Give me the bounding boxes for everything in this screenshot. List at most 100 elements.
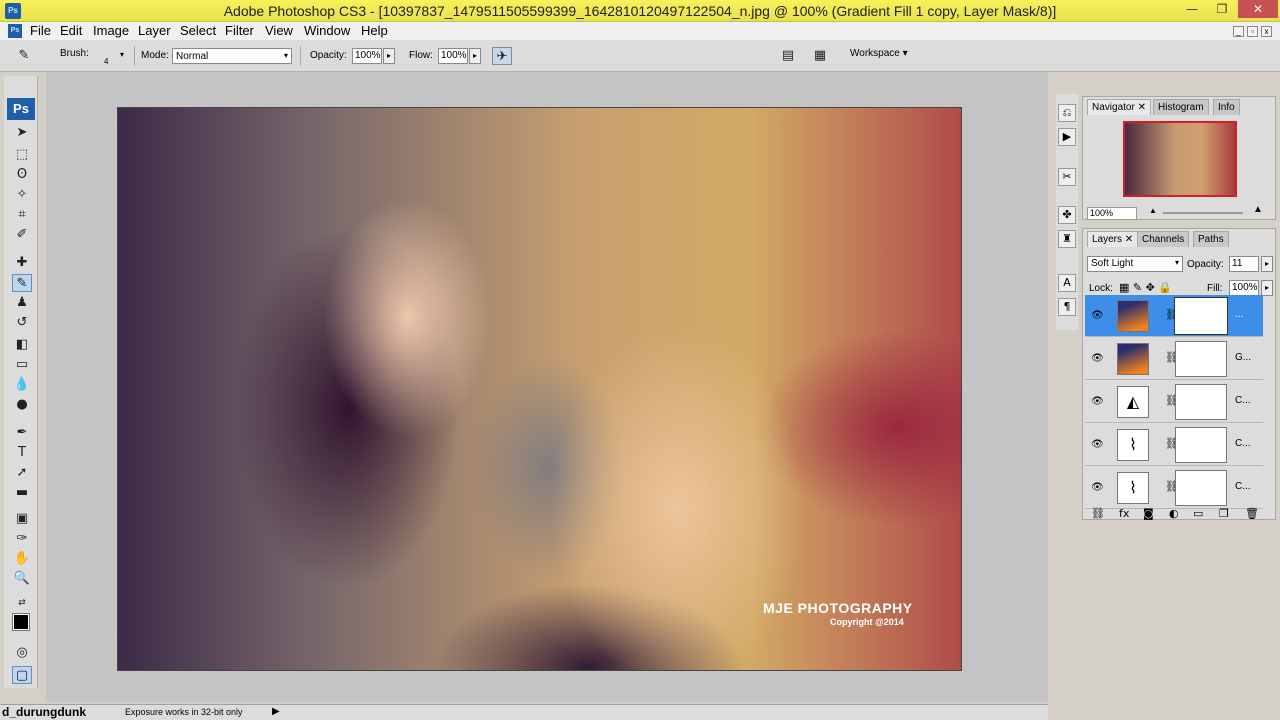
swap-colors-icon[interactable]: ⇄ bbox=[12, 594, 32, 612]
menu-file[interactable]: File bbox=[30, 23, 51, 38]
brush-size[interactable]: 4 bbox=[104, 57, 108, 66]
history-panel-icon[interactable]: ⎌ bbox=[1058, 104, 1076, 122]
layer-style-icon[interactable]: fx bbox=[1119, 507, 1129, 520]
magic-wand-tool-icon[interactable]: ✧ bbox=[12, 186, 32, 204]
zoom-out-icon[interactable]: ▲ bbox=[1149, 206, 1157, 215]
dodge-tool-icon[interactable]: ● bbox=[12, 396, 32, 414]
navigator-zoom-field[interactable]: 100% bbox=[1087, 207, 1137, 220]
eyedropper-tool-icon[interactable]: ✑ bbox=[12, 530, 32, 548]
mode-dropdown[interactable]: Normal ▾ bbox=[172, 48, 292, 64]
workspace-button[interactable]: Workspace ▾ bbox=[850, 48, 908, 59]
menu-edit[interactable]: Edit bbox=[60, 23, 82, 38]
menu-view[interactable]: View bbox=[265, 23, 293, 38]
lasso-tool-icon[interactable]: ʘ bbox=[12, 166, 32, 184]
layer-row[interactable]: 👁 ⌇ ⛓ C... bbox=[1085, 424, 1263, 466]
blend-mode-dropdown[interactable]: Soft Light ▾ bbox=[1087, 256, 1183, 272]
eye-icon[interactable]: 👁 bbox=[1091, 482, 1104, 493]
type-tool-icon[interactable]: T bbox=[12, 444, 32, 462]
path-selection-tool-icon[interactable]: ➚ bbox=[12, 464, 32, 482]
hand-tool-icon[interactable]: ✋ bbox=[12, 550, 32, 568]
menu-image[interactable]: Image bbox=[93, 23, 129, 38]
flow-slider-arrow-icon[interactable]: ▸ bbox=[469, 48, 481, 64]
new-layer-icon[interactable]: ❐ bbox=[1219, 507, 1229, 520]
add-mask-icon[interactable]: ◙ bbox=[1143, 507, 1154, 520]
history-brush-tool-icon[interactable]: ↺ bbox=[12, 314, 32, 332]
notes-tool-icon[interactable]: ▣ bbox=[12, 510, 32, 528]
curves-adjustment-icon[interactable]: ⌇ bbox=[1117, 429, 1149, 461]
layer-row[interactable]: 👁 ⛓ G... bbox=[1085, 338, 1263, 380]
gradient-tool-icon[interactable]: ▭ bbox=[12, 356, 32, 374]
gradient-fill-thumbnail[interactable] bbox=[1117, 300, 1149, 332]
tab-info[interactable]: Info bbox=[1213, 99, 1240, 115]
document-icon[interactable]: Ps bbox=[8, 24, 22, 38]
eye-icon[interactable]: 👁 bbox=[1091, 310, 1104, 321]
levels-adjustment-icon[interactable]: ◭ bbox=[1117, 386, 1149, 418]
foreground-color-swatch[interactable] bbox=[12, 613, 30, 631]
blur-tool-icon[interactable]: 💧 bbox=[12, 376, 32, 394]
menu-select[interactable]: Select bbox=[180, 23, 216, 38]
brush-tool-icon[interactable]: ✎ bbox=[12, 274, 32, 292]
doc-minimize-icon[interactable]: _ bbox=[1233, 26, 1244, 37]
layer-row[interactable]: 👁 ⛓ ... bbox=[1085, 295, 1263, 337]
pen-tool-icon[interactable]: ✒ bbox=[12, 424, 32, 442]
layer-row[interactable]: 👁 ⌇ ⛓ C... bbox=[1085, 467, 1263, 509]
status-menu-arrow-icon[interactable]: ▶ bbox=[272, 706, 280, 717]
clone-source-icon[interactable]: ♜ bbox=[1058, 230, 1076, 248]
quick-mask-icon[interactable]: ◎ bbox=[12, 644, 32, 662]
clone-stamp-tool-icon[interactable]: ♟ bbox=[12, 294, 32, 312]
crop-tool-icon[interactable]: ⌗ bbox=[12, 206, 32, 224]
brush-picker-arrow-icon[interactable]: ▾ bbox=[120, 50, 124, 59]
actions-panel-icon[interactable]: ▶ bbox=[1058, 128, 1076, 146]
layer-mask-thumbnail[interactable] bbox=[1174, 297, 1228, 335]
paragraph-panel-icon[interactable]: ¶ bbox=[1058, 298, 1076, 316]
screen-mode-icon[interactable]: ▢ bbox=[12, 666, 32, 684]
photoshop-logo[interactable]: Ps bbox=[7, 98, 35, 120]
layer-mask-thumbnail[interactable] bbox=[1175, 470, 1227, 506]
layer-mask-thumbnail[interactable] bbox=[1175, 427, 1227, 463]
eye-icon[interactable]: 👁 bbox=[1091, 439, 1104, 450]
brushes-dock-icon[interactable]: ✤ bbox=[1058, 206, 1076, 224]
tab-histogram[interactable]: Histogram bbox=[1153, 99, 1209, 115]
move-tool-icon[interactable]: ➤ bbox=[12, 124, 32, 142]
curves-adjustment-icon[interactable]: ⌇ bbox=[1117, 472, 1149, 504]
lock-icons[interactable]: ▦ ✎ ✥ 🔒 bbox=[1119, 281, 1172, 294]
zoom-slider[interactable] bbox=[1163, 212, 1243, 214]
close-button[interactable]: ✕ bbox=[1238, 0, 1278, 18]
doc-close-icon[interactable]: x bbox=[1261, 26, 1272, 37]
link-layers-icon[interactable]: ⛓ bbox=[1091, 507, 1105, 520]
gradient-fill-thumbnail[interactable] bbox=[1117, 343, 1149, 375]
status-zoom-text[interactable]: d_durungdunk bbox=[2, 705, 86, 719]
tab-channels[interactable]: Channels bbox=[1137, 231, 1190, 247]
layer-mask-thumbnail[interactable] bbox=[1175, 341, 1227, 377]
opacity-field[interactable]: 100% bbox=[352, 48, 382, 64]
trash-icon[interactable]: 🗑 bbox=[1245, 507, 1259, 520]
menu-help[interactable]: Help bbox=[361, 23, 388, 38]
palette-well-icon[interactable]: ▤ bbox=[778, 47, 798, 65]
image-canvas[interactable]: MJE PHOTOGRAPHY Copyright @2014 bbox=[117, 107, 962, 671]
character-panel-icon[interactable]: A bbox=[1058, 274, 1076, 292]
navigator-thumbnail[interactable] bbox=[1123, 121, 1237, 197]
maximize-button[interactable]: ❐ bbox=[1208, 0, 1236, 18]
fill-field[interactable]: 100% bbox=[1229, 280, 1259, 296]
shape-tool-icon[interactable]: ▬ bbox=[12, 484, 32, 502]
eye-icon[interactable]: 👁 bbox=[1091, 396, 1104, 407]
menu-layer[interactable]: Layer bbox=[138, 23, 171, 38]
new-group-icon[interactable]: ▭ bbox=[1193, 507, 1203, 520]
adjustment-layer-icon[interactable]: ◐ bbox=[1169, 507, 1179, 520]
fill-arrow-icon[interactable]: ▸ bbox=[1261, 280, 1273, 296]
eraser-tool-icon[interactable]: ◧ bbox=[12, 336, 32, 354]
tab-paths[interactable]: Paths bbox=[1193, 231, 1229, 247]
menu-filter[interactable]: Filter bbox=[225, 23, 254, 38]
zoom-tool-icon[interactable]: 🔍 bbox=[12, 570, 32, 588]
eye-icon[interactable]: 👁 bbox=[1091, 353, 1104, 364]
zoom-in-icon[interactable]: ▲ bbox=[1253, 204, 1263, 215]
marquee-tool-icon[interactable]: ⬚ bbox=[12, 146, 32, 164]
tool-presets-icon[interactable]: ✂ bbox=[1058, 168, 1076, 186]
layer-opacity-arrow-icon[interactable]: ▸ bbox=[1261, 256, 1273, 272]
minimize-button[interactable]: — bbox=[1178, 0, 1206, 18]
slice-tool-icon[interactable]: ✐ bbox=[12, 226, 32, 244]
layer-opacity-field[interactable]: 11 bbox=[1229, 256, 1259, 272]
flow-field[interactable]: 100% bbox=[438, 48, 468, 64]
tool-preset-brush-icon[interactable]: ✎ bbox=[14, 47, 34, 65]
brushes-panel-icon[interactable]: ▦ bbox=[810, 47, 830, 65]
